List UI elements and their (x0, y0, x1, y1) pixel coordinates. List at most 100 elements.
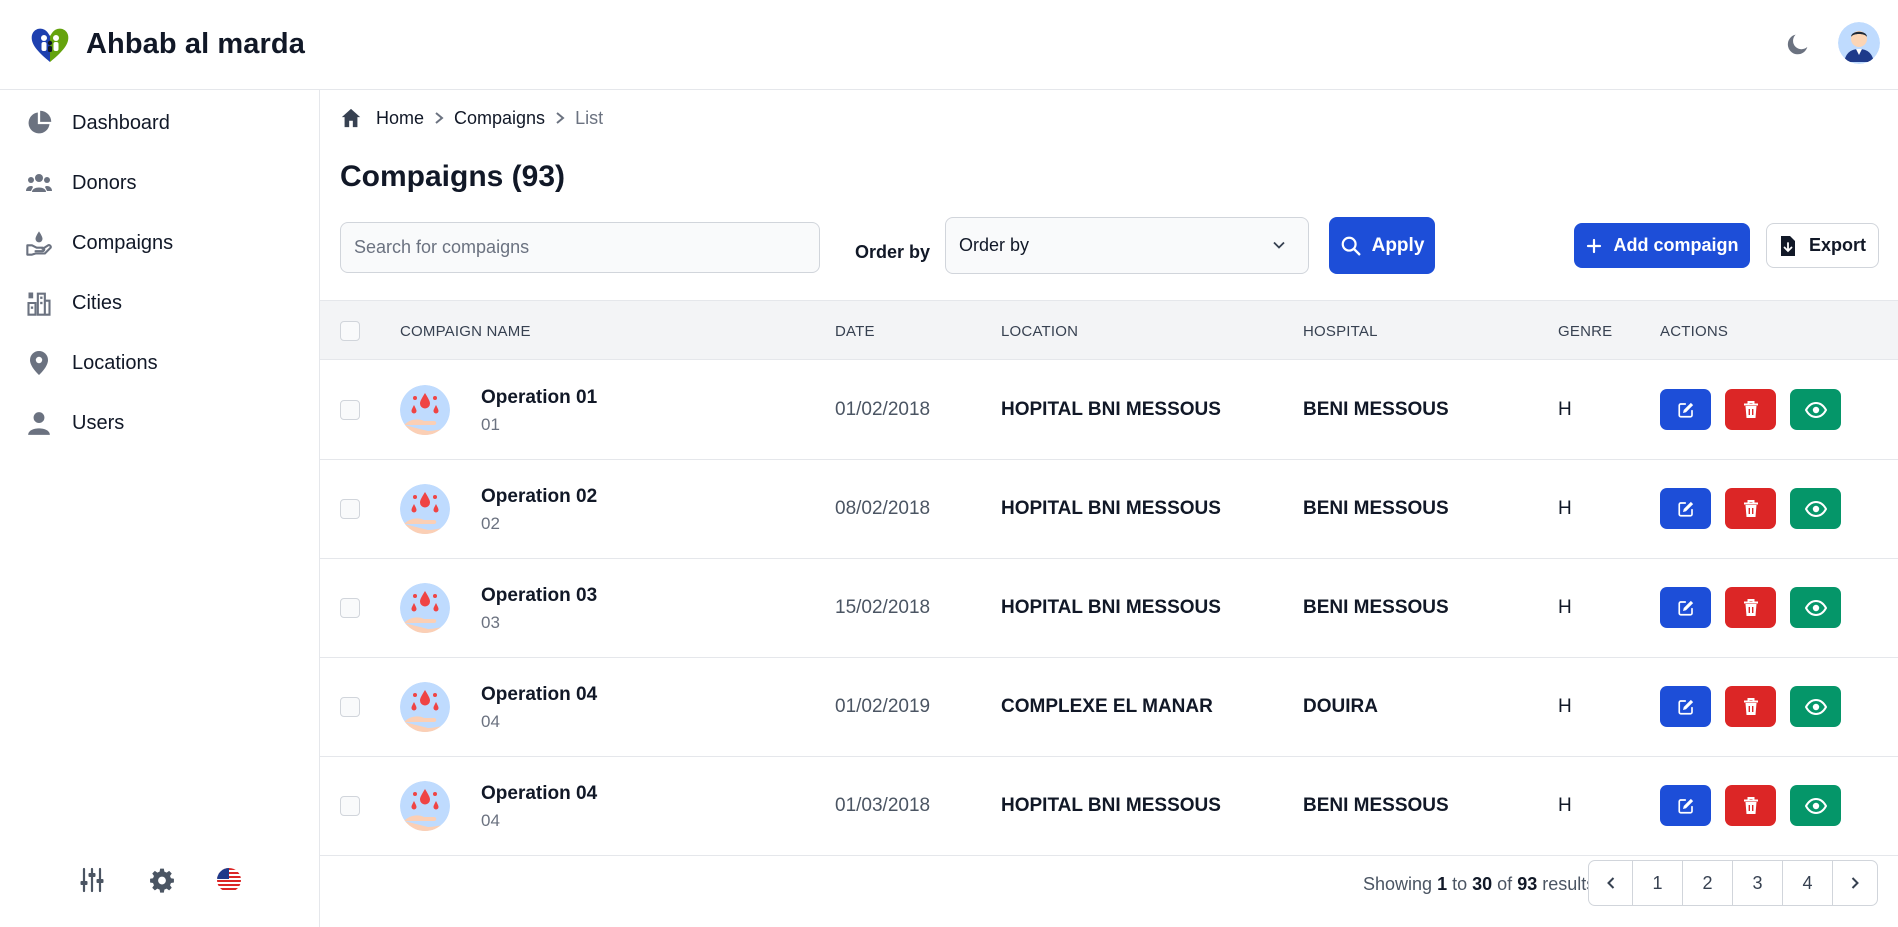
compaign-thumbnail (400, 583, 450, 633)
blood-donation-icon (400, 781, 450, 831)
column-header-genre[interactable]: GENRE (1558, 323, 1612, 340)
compaign-genre: H (1558, 597, 1572, 618)
edit-icon (1677, 600, 1693, 616)
select-all-checkbox[interactable] (340, 321, 360, 341)
delete-button[interactable] (1725, 686, 1776, 727)
summary-from: 1 (1437, 874, 1448, 894)
compaign-date: 01/02/2019 (835, 696, 931, 717)
compaign-genre: H (1558, 696, 1572, 717)
column-header-location[interactable]: LOCATION (1001, 323, 1078, 340)
avatar[interactable] (1838, 22, 1880, 64)
sidebar-item-users[interactable]: Users (24, 403, 124, 443)
add-compaign-button[interactable]: Add compaign (1574, 223, 1750, 268)
page-button-4[interactable]: 4 (1783, 861, 1833, 905)
map-pin-icon (24, 348, 54, 378)
previous-page-button[interactable] (1589, 861, 1633, 905)
trash-icon (1743, 697, 1758, 715)
compaign-date: 01/02/2018 (835, 399, 931, 420)
view-button[interactable] (1790, 587, 1841, 628)
compaign-code: 01 (481, 415, 500, 434)
sidebar-item-dashboard[interactable]: Dashboard (24, 103, 170, 143)
breadcrumb-home[interactable]: Home (376, 108, 424, 129)
view-button[interactable] (1790, 389, 1841, 430)
gear-icon[interactable] (147, 865, 177, 895)
apply-button[interactable]: Apply (1329, 217, 1435, 274)
sidebar-item-cities[interactable]: Cities (24, 283, 122, 323)
compaign-name[interactable]: Operation 04 (481, 684, 597, 706)
column-header-hospital[interactable]: HOSPITAL (1303, 323, 1378, 340)
page-button-3[interactable]: 3 (1733, 861, 1783, 905)
delete-button[interactable] (1725, 389, 1776, 430)
edit-button[interactable] (1660, 587, 1711, 628)
plus-icon (1586, 238, 1601, 253)
sidebar-item-locations[interactable]: Locations (24, 343, 158, 383)
sidebar-item-compaigns[interactable]: Compaigns (24, 223, 173, 263)
next-page-button[interactable] (1833, 861, 1877, 905)
sidebar-item-label: Donors (72, 171, 137, 194)
table-row: Operation 03 03 15/02/2018 HOPITAL BNI M… (320, 559, 1898, 658)
sidebar-item-label: Users (72, 411, 125, 434)
order-by-select[interactable]: Order by (945, 217, 1309, 274)
export-label: Export (1808, 235, 1866, 255)
row-checkbox[interactable] (340, 400, 360, 420)
compaign-hospital: BENI MESSOUS (1303, 399, 1449, 420)
compaign-hospital: BENI MESSOUS (1303, 795, 1449, 816)
edit-button[interactable] (1660, 686, 1711, 727)
pagination: 1 2 3 4 (1588, 860, 1878, 906)
compaign-name[interactable]: Operation 04 (481, 783, 597, 805)
trash-icon (1743, 598, 1758, 616)
apply-label: Apply (1371, 234, 1425, 256)
compaign-genre: H (1558, 795, 1572, 816)
edit-icon (1677, 501, 1693, 517)
edit-button[interactable] (1660, 785, 1711, 826)
table-row: Operation 04 04 01/03/2018 HOPITAL BNI M… (320, 757, 1898, 856)
row-checkbox[interactable] (340, 598, 360, 618)
edit-button[interactable] (1660, 488, 1711, 529)
brand[interactable]: Ahbab al marda (28, 24, 305, 64)
compaign-thumbnail (400, 484, 450, 534)
row-checkbox[interactable] (340, 499, 360, 519)
buildings-icon (24, 288, 54, 318)
sidebar: Dashboard Donors Compaigns Cities Locati… (0, 90, 320, 927)
column-header-actions: ACTIONS (1660, 323, 1729, 340)
view-button[interactable] (1790, 785, 1841, 826)
user-icon (24, 408, 54, 438)
compaign-name[interactable]: Operation 01 (481, 387, 597, 409)
compaign-date: 08/02/2018 (835, 498, 931, 519)
view-button[interactable] (1790, 686, 1841, 727)
file-download-icon (1780, 235, 1795, 256)
row-checkbox[interactable] (340, 697, 360, 717)
compaign-genre: H (1558, 399, 1572, 420)
home-icon[interactable] (340, 107, 362, 129)
delete-button[interactable] (1725, 785, 1776, 826)
compaign-name[interactable]: Operation 03 (481, 585, 597, 607)
sidebar-item-donors[interactable]: Donors (24, 163, 136, 203)
page-button-1[interactable]: 1 (1633, 861, 1683, 905)
view-button[interactable] (1790, 488, 1841, 529)
users-group-icon (24, 168, 54, 198)
eye-icon (1804, 698, 1827, 715)
compaign-name[interactable]: Operation 02 (481, 486, 597, 508)
us-flag-icon[interactable] (214, 865, 244, 895)
breadcrumb-compaigns[interactable]: Compaigns (454, 108, 545, 129)
column-header-name[interactable]: COMPAIGN NAME (400, 323, 531, 340)
row-checkbox[interactable] (340, 796, 360, 816)
edit-button[interactable] (1660, 389, 1711, 430)
delete-button[interactable] (1725, 488, 1776, 529)
delete-button[interactable] (1725, 587, 1776, 628)
compaign-hospital: DOUIRA (1303, 696, 1378, 717)
page-button-2[interactable]: 2 (1683, 861, 1733, 905)
compaign-thumbnail (400, 781, 450, 831)
compaign-code: 03 (481, 613, 500, 632)
eye-icon (1804, 797, 1827, 814)
top-bar: Ahbab al marda (0, 0, 1898, 90)
sliders-icon[interactable] (77, 865, 107, 895)
sidebar-item-label: Dashboard (72, 111, 170, 134)
search-input[interactable] (340, 222, 820, 273)
eye-icon (1804, 599, 1827, 616)
export-button[interactable]: Export (1766, 223, 1879, 268)
sidebar-item-label: Compaigns (72, 231, 174, 254)
column-header-date[interactable]: DATE (835, 323, 875, 340)
dark-mode-toggle-icon[interactable] (1784, 30, 1812, 58)
chevron-right-icon (424, 111, 454, 125)
